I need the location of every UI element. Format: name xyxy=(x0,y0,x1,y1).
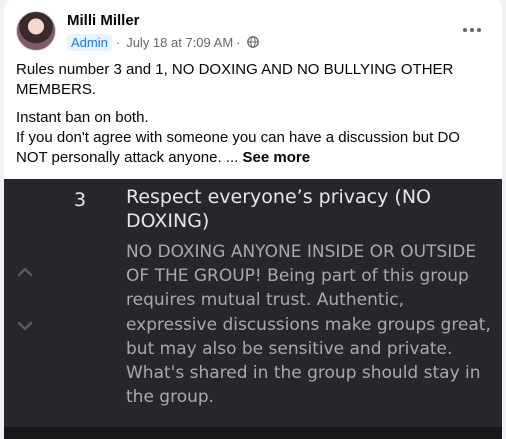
see-more-link[interactable]: See more xyxy=(243,149,311,166)
more-dot xyxy=(477,28,481,32)
admin-badge[interactable]: Admin xyxy=(67,33,112,51)
rule-number: 3 xyxy=(74,189,87,211)
post-date[interactable]: July 18 at 7:09 AM xyxy=(126,35,233,50)
post-paragraph-2-text: If you don't agree with someone you can … xyxy=(16,129,460,166)
avatar[interactable] xyxy=(16,11,56,51)
chevron-down-icon xyxy=(17,321,33,331)
post-card: Milli Miller Admin · July 18 at 7:09 AM … xyxy=(4,0,502,439)
more-dot xyxy=(470,28,474,32)
more-options-button[interactable] xyxy=(458,20,486,40)
more-horizontal-icon xyxy=(463,28,467,32)
rule-title: Respect everyone’s privacy (NO DOXING) xyxy=(126,186,431,232)
post-header: Milli Miller Admin · July 18 at 7:09 AM … xyxy=(16,10,490,54)
meta-separator: · xyxy=(115,34,121,50)
rule-description: NO DOXING ANYONE INSIDE OR OUTSIDE OF TH… xyxy=(126,242,491,408)
chevron-up-icon xyxy=(17,267,33,277)
author-name[interactable]: Milli Miller xyxy=(67,12,140,29)
meta-separator-2: · xyxy=(236,34,241,50)
globe-icon xyxy=(246,36,259,48)
post-text: Rules number 3 and 1, NO DOXING AND NO B… xyxy=(16,60,486,168)
post-meta: Admin · July 18 at 7:09 AM · xyxy=(67,32,259,52)
image-bottom-bar xyxy=(4,427,502,439)
post-paragraph-1: Rules number 3 and 1, NO DOXING AND NO B… xyxy=(16,61,454,98)
rule-image[interactable]: 3 Respect everyone’s privacy (NO DOXING)… xyxy=(4,179,502,439)
post-paragraph-2-line-1: Instant ban on both. xyxy=(16,109,149,126)
post-paragraph-2-line-2: If you don't agree with someone you can … xyxy=(16,128,486,168)
